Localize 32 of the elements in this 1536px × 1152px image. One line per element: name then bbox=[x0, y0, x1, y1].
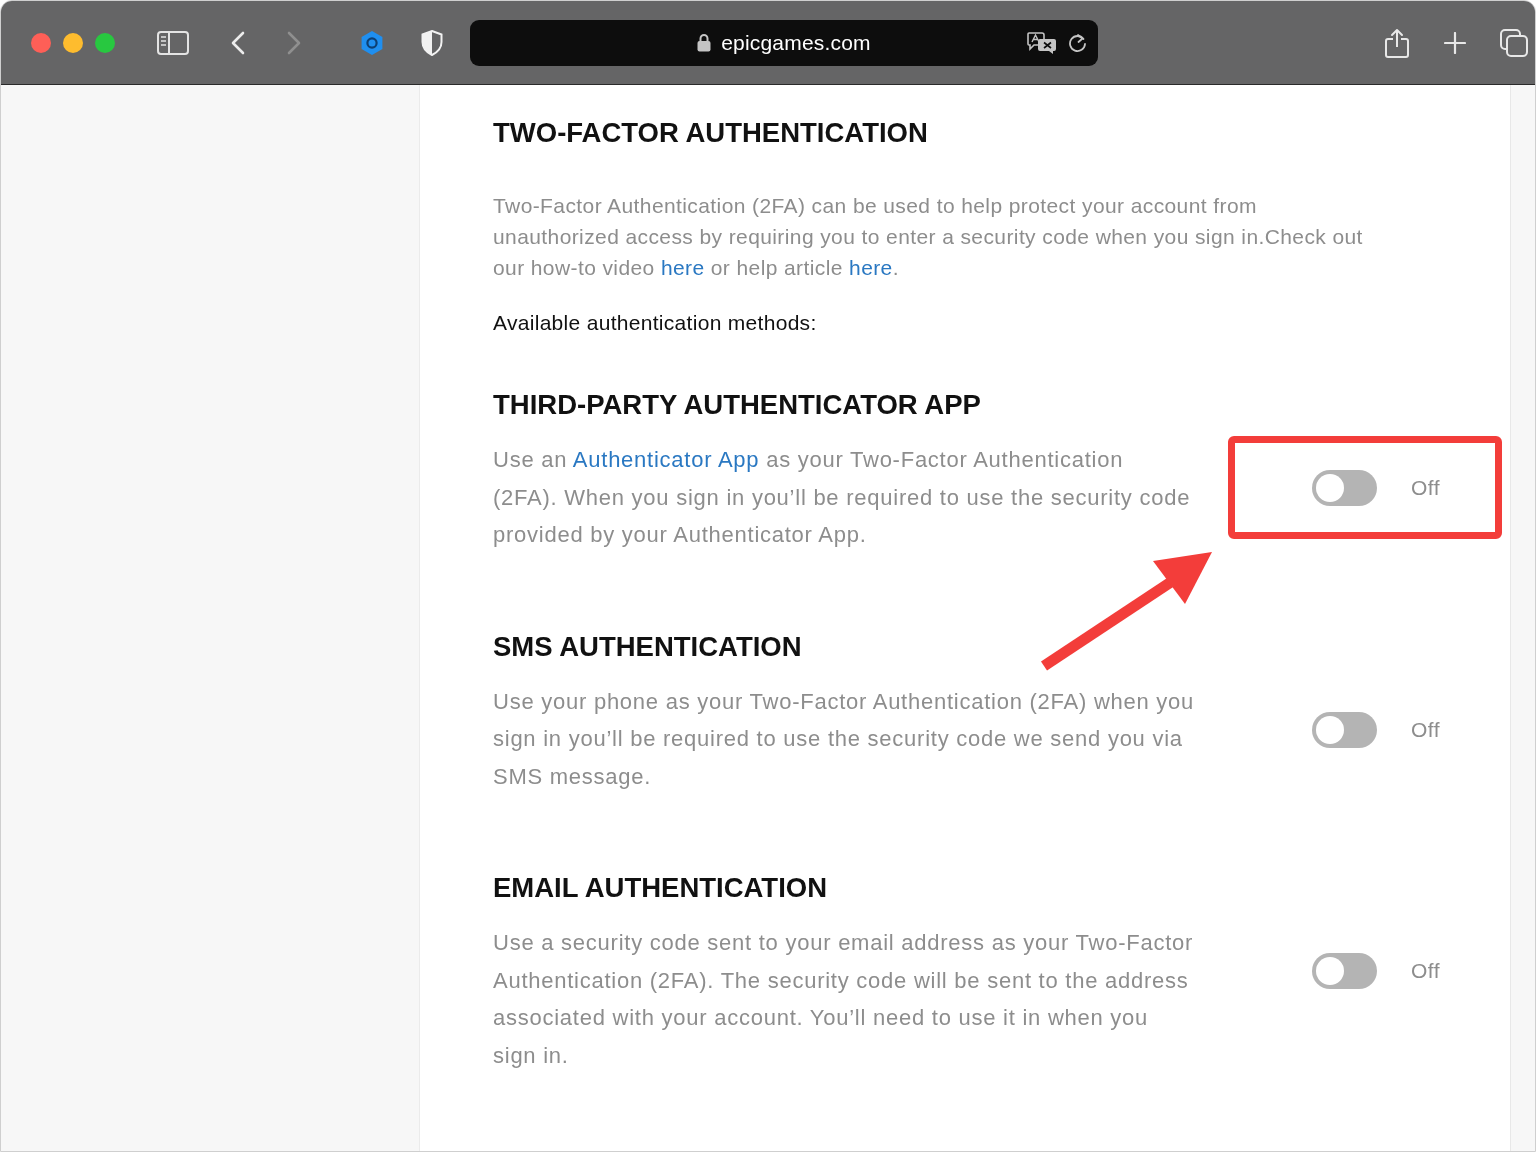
method-description: Use a security code sent to your email address as your Two-Factor Authentication (2FA). The security code will be sent to the address associated with your account. You’ll need to use it in when you sign in. bbox=[493, 929, 1195, 1070]
toggle-state-label: Off bbox=[1411, 475, 1441, 501]
plus-icon[interactable] bbox=[1444, 31, 1466, 54]
method-description: Use your phone as your Two-Factor Authentication (2FA) when you sign in you’ll be required to use the security code we send you via SMS message. bbox=[493, 687, 1196, 791]
lock-icon bbox=[697, 33, 712, 52]
toggle-state-label: Off bbox=[1411, 958, 1441, 984]
reload-icon[interactable] bbox=[1069, 32, 1087, 53]
shield-icon[interactable] bbox=[421, 29, 443, 56]
section-heading: THIRD-PARTY AUTHENTICATOR APP bbox=[493, 388, 981, 422]
inline-link[interactable]: here bbox=[660, 256, 705, 279]
toggle-state-label: Off bbox=[1411, 716, 1441, 743]
method-description: Use an Authenticator App as your Two-Factor Authentication (2FA). When you sign in you’ll be required to use the security code provided by your Authenticator App. bbox=[493, 446, 1192, 549]
inline-link[interactable]: Authenticator App bbox=[572, 447, 760, 472]
toggle-switch[interactable] bbox=[1312, 711, 1377, 748]
methods-label: Available authentication methods: bbox=[493, 310, 817, 336]
minimize-window-icon[interactable] bbox=[63, 32, 83, 53]
zoom-window-icon[interactable] bbox=[95, 32, 115, 53]
overlapping-squares-icon[interactable] bbox=[1500, 28, 1528, 57]
intro-paragraph: Two-Factor Authentication (2FA) can be used to help protect your account from unauthorized access by requiring you to enter a security code when you sign in.Check out our how-to video here or help article here. bbox=[493, 193, 1363, 281]
sidebar-icon[interactable] bbox=[157, 30, 189, 55]
address-text: epicgames.com bbox=[721, 29, 871, 56]
section-heading: EMAIL AUTHENTICATION bbox=[493, 871, 828, 905]
inline-link[interactable]: here bbox=[849, 256, 893, 279]
section-heading: SMS AUTHENTICATION bbox=[493, 629, 802, 664]
address-bar[interactable]: epicgames.com bbox=[470, 19, 1098, 66]
toggle-switch[interactable] bbox=[1312, 953, 1377, 989]
translate-icon[interactable] bbox=[1027, 30, 1057, 55]
hexagon-extension-icon[interactable] bbox=[361, 30, 383, 55]
toggle-switch[interactable] bbox=[1312, 470, 1377, 506]
share-icon[interactable] bbox=[1385, 27, 1409, 58]
page-heading: TWO-FACTOR AUTHENTICATION bbox=[493, 116, 928, 150]
back-chevron-icon[interactable] bbox=[231, 30, 245, 55]
